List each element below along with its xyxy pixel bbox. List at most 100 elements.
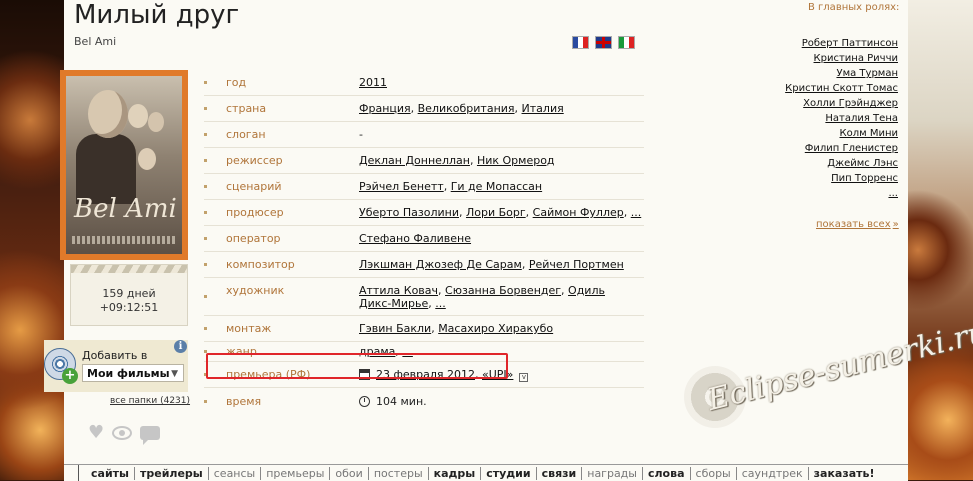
all-folders-link[interactable]: все папки (4231) — [110, 396, 190, 406]
eye-icon[interactable] — [112, 426, 132, 440]
actor-link[interactable]: Кристин Скотт Томас — [785, 83, 898, 94]
writer-link[interactable]: Ги де Мопассан — [451, 180, 542, 193]
add-to-folder-box: + Добавить в i Мои фильмы ▼ — [44, 340, 188, 392]
tagline-value: - — [359, 128, 363, 141]
more-link[interactable]: ... — [435, 297, 446, 310]
info-label: композитор — [226, 258, 295, 271]
producer-link[interactable]: Саймон Фуллер — [533, 206, 624, 219]
background-left-decoration — [0, 0, 64, 480]
show-all-cast-link[interactable]: показать всех» — [816, 219, 899, 230]
actor-link[interactable]: Филип Гленистер — [805, 143, 898, 154]
nav-item[interactable]: обои — [330, 467, 369, 480]
premiere-highlight-box — [206, 353, 508, 379]
nav-item[interactable]: трейлеры — [135, 467, 209, 480]
info-label: режиссер — [226, 154, 283, 167]
italian-flag-icon[interactable] — [618, 36, 635, 49]
bullet-icon — [204, 184, 207, 188]
operator-link[interactable]: Стефано Фаливене — [359, 232, 471, 245]
language-flags — [572, 36, 635, 49]
uk-flag-icon[interactable] — [595, 36, 612, 49]
nav-item[interactable]: саундтрек — [737, 467, 809, 480]
comment-icon[interactable] — [140, 426, 160, 445]
info-row-country: страна Франция, Великобритания, Италия — [204, 96, 644, 122]
bullet-icon — [204, 106, 207, 110]
bullet-icon — [204, 236, 207, 240]
actor-link[interactable]: Роберт Паттинсон — [802, 38, 898, 49]
background-right-decoration — [908, 0, 973, 480]
artist-link[interactable]: Аттила Ковач — [359, 284, 438, 297]
info-row-director: режиссер Деклан Доннеллан, Ник Ормерод — [204, 148, 644, 174]
nav-item[interactable]: связи — [537, 467, 583, 480]
folder-select-value: Мои фильмы — [87, 367, 170, 380]
year-link[interactable]: 2011 — [359, 76, 387, 89]
movie-poster[interactable]: Bel Ami — [66, 76, 182, 254]
nav-item[interactable]: заказать! — [809, 467, 880, 480]
french-flag-icon[interactable] — [572, 36, 589, 49]
composer-link[interactable]: Рейчел Портмен — [529, 258, 624, 271]
cast-heading: В главных ролях: — [808, 2, 900, 13]
more-link[interactable]: ... — [631, 206, 642, 219]
nav-item[interactable]: слова — [643, 467, 691, 480]
editor-link[interactable]: Масахиро Хиракубо — [438, 322, 553, 335]
info-label: время — [226, 395, 262, 408]
writer-link[interactable]: Рэйчел Бенетт — [359, 180, 444, 193]
bullet-icon — [204, 294, 207, 298]
chevron-down-icon: ▼ — [171, 369, 178, 379]
country-link[interactable]: Франция — [359, 102, 411, 115]
actor-link[interactable]: Ума Турман — [836, 68, 898, 79]
heart-icon[interactable]: ♥ — [88, 424, 104, 442]
artist-link[interactable]: Сюзанна Борвендег — [445, 284, 561, 297]
director-link[interactable]: Ник Ормерод — [477, 154, 555, 167]
nav-item[interactable]: сеансы — [209, 467, 262, 480]
nav-item[interactable]: награды — [582, 467, 643, 480]
producer-link[interactable]: Уберто Пазолини — [359, 206, 459, 219]
actor-link[interactable]: Колм Мини — [840, 128, 899, 139]
country-link[interactable]: Великобритания — [418, 102, 515, 115]
countdown-days: 159 дней — [102, 287, 156, 300]
nav-item[interactable]: сайты — [86, 467, 135, 480]
bottom-navigation: сайты трейлеры сеансы премьеры обои постеры ка… — [64, 464, 908, 481]
info-label: слоган — [226, 128, 266, 141]
actor-link[interactable]: Холли Грэйнджер — [803, 98, 898, 109]
poster-title: Bel Ami — [74, 194, 177, 224]
producer-link[interactable]: Лори Борг — [466, 206, 526, 219]
poster-face — [128, 104, 148, 128]
country-link[interactable]: Италия — [522, 102, 564, 115]
info-icon[interactable]: i — [174, 340, 187, 353]
folder-select[interactable]: Мои фильмы ▼ — [82, 364, 184, 382]
nav-item[interactable]: премьеры — [261, 467, 331, 480]
actor-link[interactable]: Кристина Риччи — [814, 53, 898, 64]
add-to-label: Добавить в — [82, 349, 148, 362]
actor-link[interactable]: Джеймс Лэнс — [827, 158, 898, 169]
nav-item[interactable]: постеры — [369, 467, 429, 480]
info-label: монтаж — [226, 322, 272, 335]
info-label: страна — [226, 102, 267, 115]
more-actors-link[interactable]: ... — [888, 188, 898, 199]
info-label: сценарий — [226, 180, 282, 193]
actor-link[interactable]: Пип Торренс — [831, 173, 898, 184]
bullet-icon — [204, 326, 207, 330]
actor-link[interactable]: Наталия Тена — [825, 113, 898, 124]
chevron-down-icon[interactable]: v — [519, 373, 529, 382]
nav-items: сайты трейлеры сеансы премьеры обои постеры ка… — [86, 467, 880, 480]
director-link[interactable]: Деклан Доннеллан — [359, 154, 470, 167]
editor-link[interactable]: Гэвин Бакли — [359, 322, 431, 335]
premiere-countdown: 159 дней +09:12:51 — [70, 264, 188, 326]
nav-item[interactable]: студии — [481, 467, 537, 480]
info-row-composer: композитор Лэкшман Джозеф Де Сарам, Рейч… — [204, 252, 644, 278]
nav-item[interactable]: сборы — [691, 467, 737, 480]
poster-face — [148, 112, 164, 132]
show-all-label: показать всех — [816, 219, 891, 230]
info-label: оператор — [226, 232, 281, 245]
nav-item[interactable]: кадры — [429, 467, 482, 480]
cast-list: Роберт Паттинсон Кристина Риччи Ума Турм… — [740, 36, 898, 201]
info-label: год — [226, 76, 247, 89]
bullet-icon — [204, 158, 207, 162]
bullet-icon — [204, 132, 207, 136]
info-row-artist: художник Аттила Ковач, Сюзанна Борвендег… — [204, 278, 644, 316]
add-plus-icon[interactable]: + — [62, 368, 78, 384]
bullet-icon — [204, 262, 207, 266]
bullet-icon — [204, 210, 207, 214]
composer-link[interactable]: Лэкшман Джозеф Де Сарам — [359, 258, 522, 271]
film-strip-decoration — [71, 265, 187, 273]
